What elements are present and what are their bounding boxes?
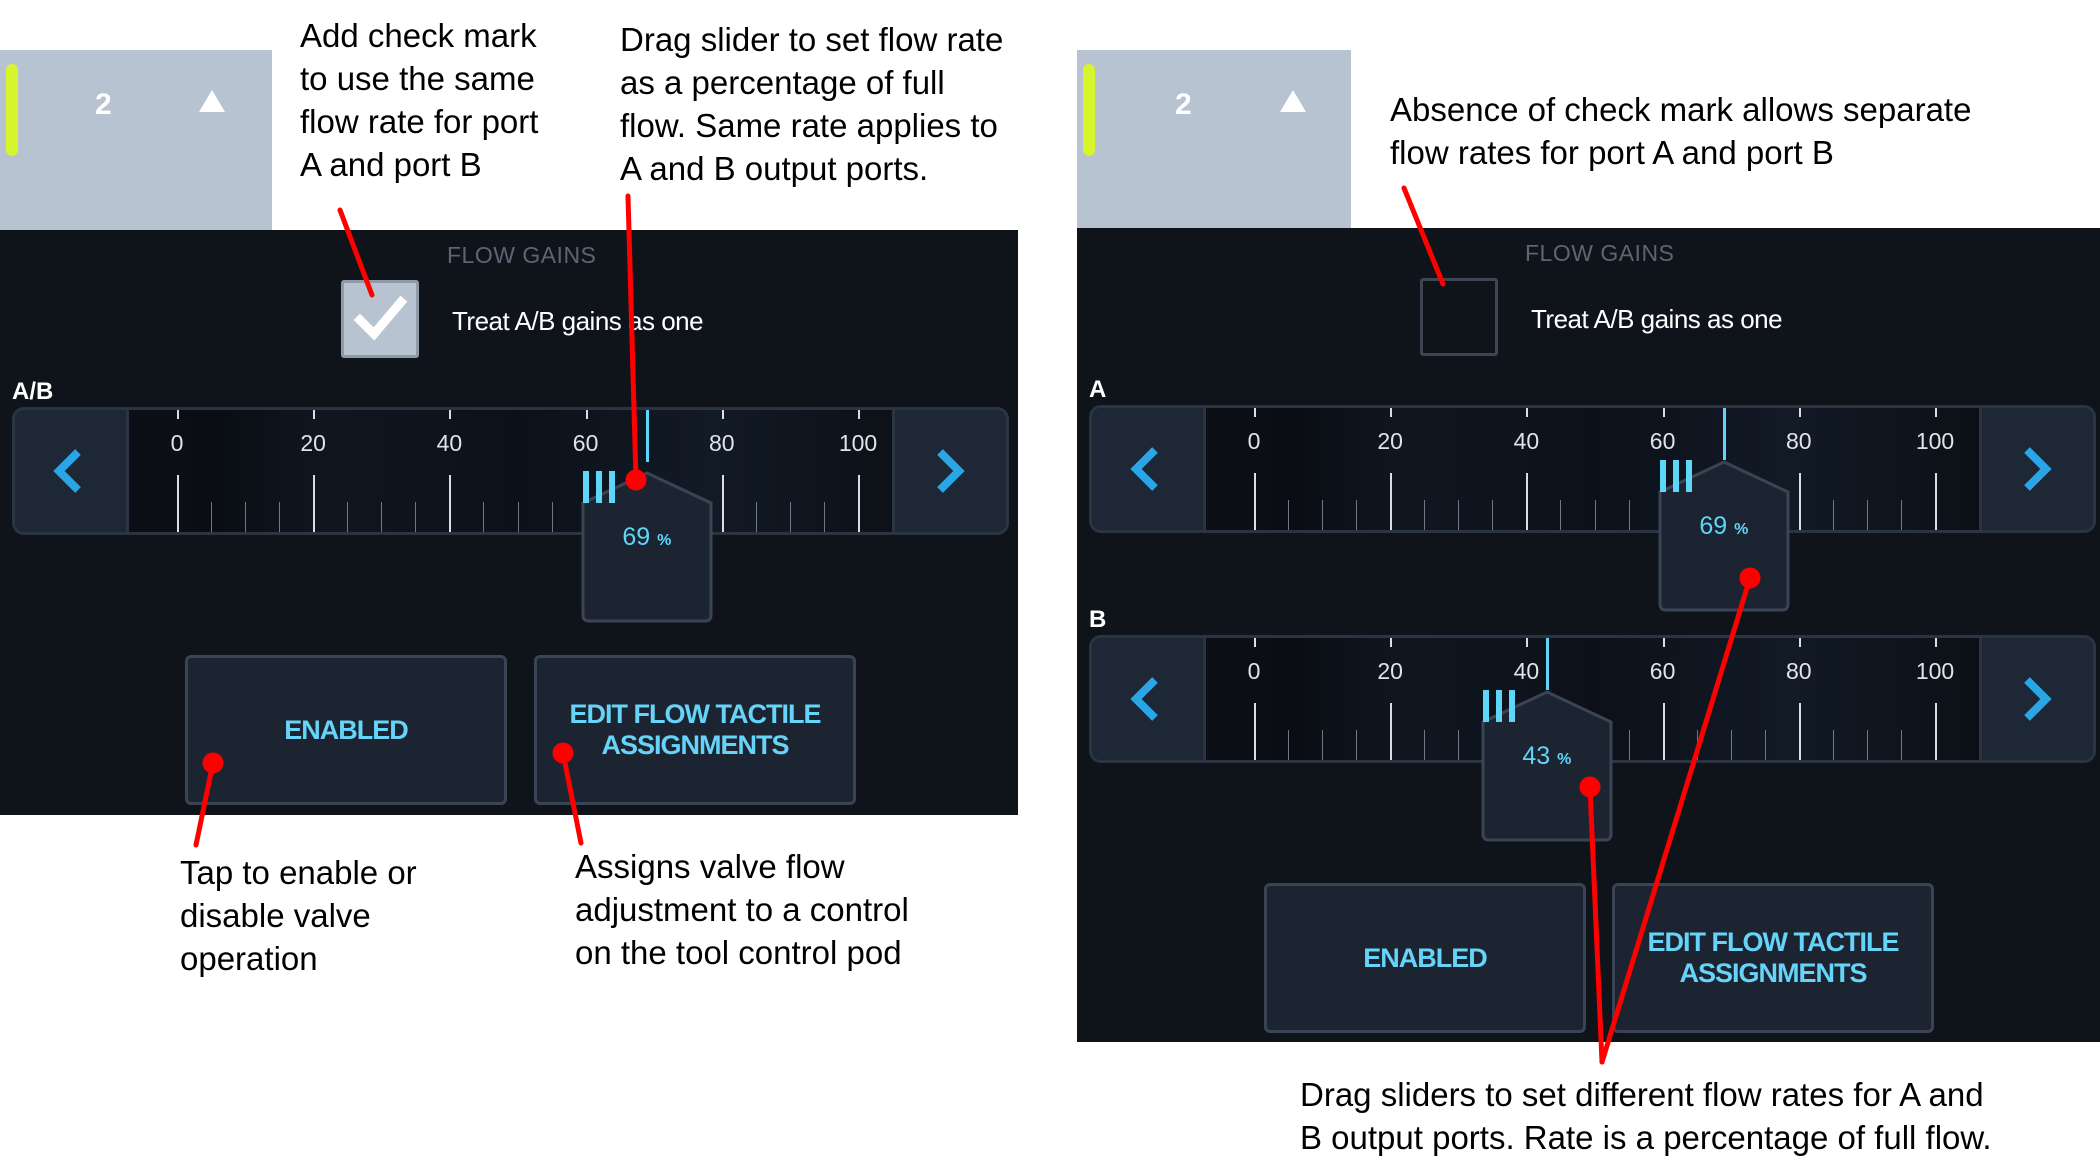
callout-dot (552, 742, 574, 764)
callout-line-drag-b (1587, 784, 1605, 1065)
callout-dot (1579, 776, 1601, 798)
callout-line-drag-a (1599, 575, 1753, 1065)
callout-dot (202, 752, 224, 774)
callout-lines (193, 185, 1761, 1065)
callout-line-tap-enable (193, 760, 216, 848)
callout-line-drag-slider (625, 193, 639, 483)
callout-line-absence (1401, 185, 1446, 287)
callout-line-assigns (560, 750, 584, 846)
callout-dot (1739, 567, 1761, 589)
callout-line-check-mark (337, 207, 375, 298)
callout-dot (625, 469, 647, 491)
